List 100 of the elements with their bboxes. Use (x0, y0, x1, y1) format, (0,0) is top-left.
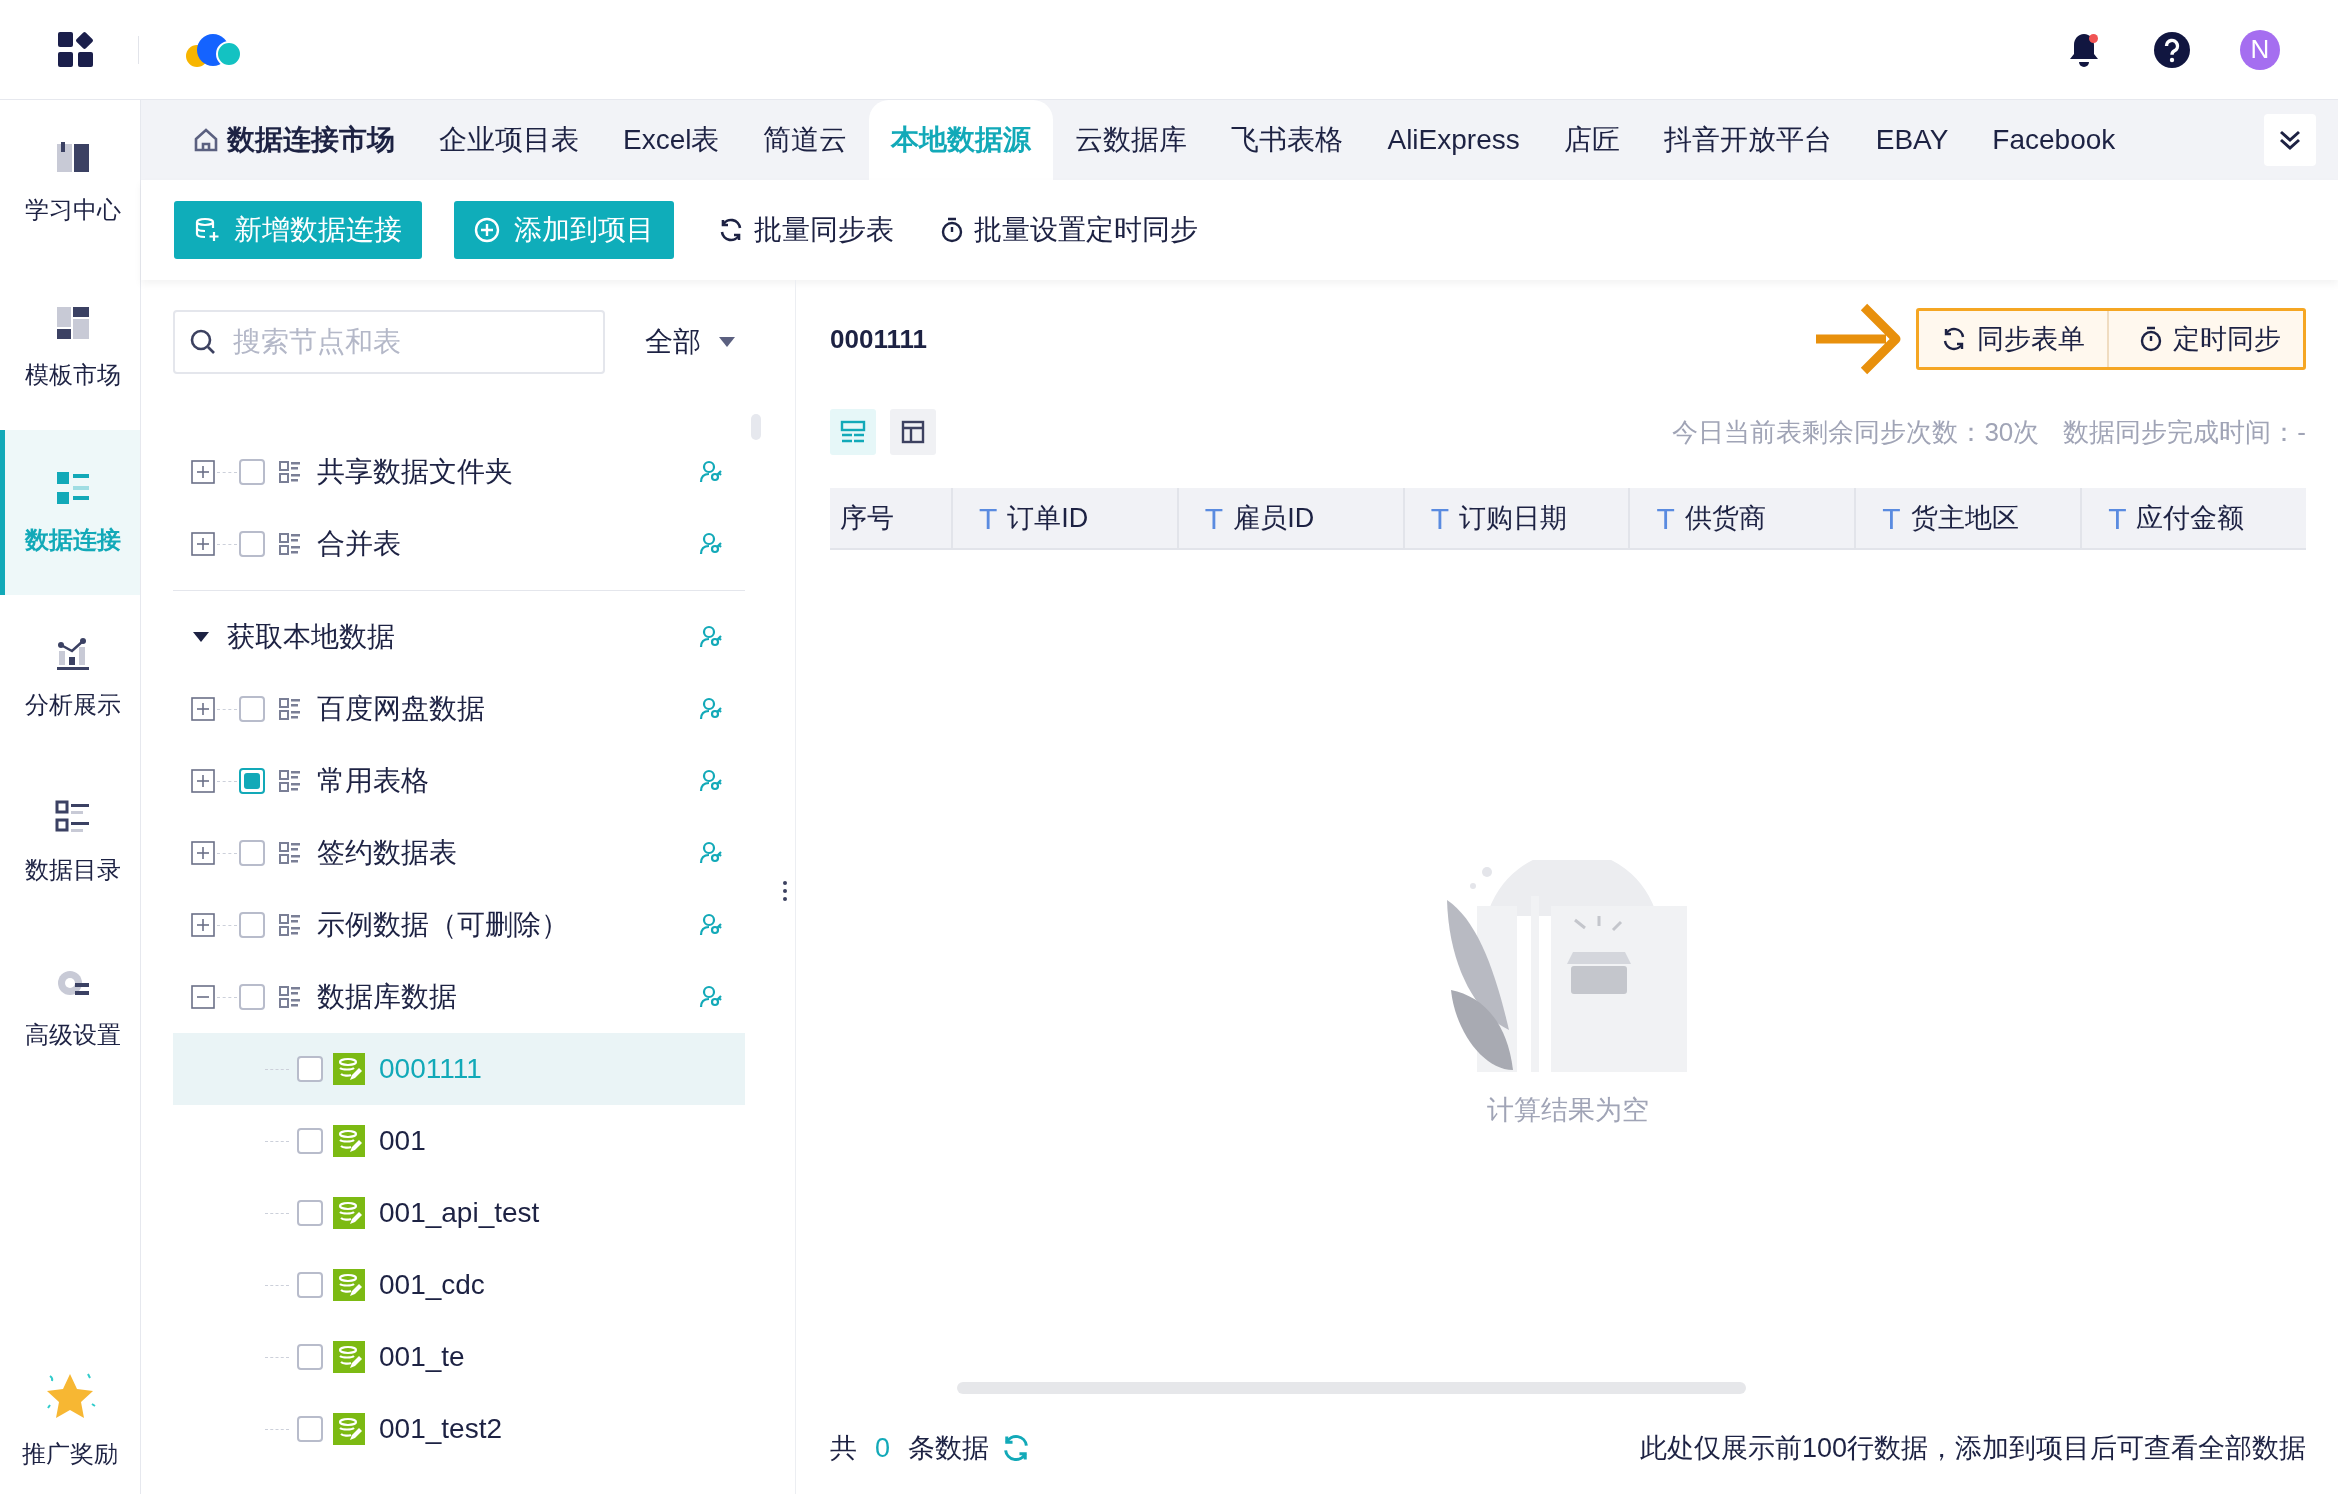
user-key-icon[interactable] (699, 769, 723, 793)
expand-icon[interactable] (191, 532, 215, 556)
tab[interactable]: 数据连接市场 (171, 100, 417, 180)
checkbox[interactable] (239, 912, 265, 938)
row-count-label: 条数据 (908, 1431, 990, 1465)
user-key-icon[interactable] (699, 985, 723, 1009)
nav-item[interactable]: 数据目录 (0, 760, 140, 925)
expand-icon[interactable] (191, 697, 215, 721)
user-key-icon[interactable] (699, 532, 723, 556)
column-header[interactable]: T 应付金额 (2080, 488, 2306, 548)
help-icon[interactable] (2154, 31, 2190, 68)
column-header[interactable]: T 订单ID (951, 488, 1177, 548)
tree-item-label[interactable]: 百度网盘数据 (317, 688, 699, 730)
tab[interactable]: AliExpress (1365, 100, 1542, 180)
user-key-icon[interactable] (699, 841, 723, 865)
column-header[interactable]: T 雇员ID (1176, 488, 1403, 548)
table-name[interactable]: 001_cdc (379, 1264, 485, 1306)
list-icon (279, 914, 301, 936)
tab[interactable]: 云数据库 (1053, 100, 1210, 180)
expand-icon[interactable] (191, 841, 215, 865)
text-type-mark: T (1204, 500, 1224, 537)
tab[interactable]: 店匠 (1541, 100, 1642, 180)
tree-item-label[interactable]: 数据库数据 (317, 976, 699, 1018)
checkbox[interactable] (239, 840, 265, 866)
tab[interactable]: Excel表 (601, 100, 742, 180)
action-button[interactable]: 同步表单 (1919, 311, 2107, 367)
expand-icon[interactable] (191, 769, 215, 793)
plus-circle-icon (474, 217, 500, 243)
more-tabs-button[interactable] (2264, 114, 2316, 166)
nav-item[interactable]: 高级设置 (0, 925, 140, 1090)
table-name[interactable]: 001_test2 (379, 1408, 502, 1450)
table-name[interactable]: 001_te (379, 1336, 465, 1378)
user-key-icon[interactable] (699, 913, 723, 937)
table-icon (333, 1269, 365, 1301)
checkbox[interactable] (297, 1416, 323, 1442)
resize-handle-icon[interactable] (782, 880, 788, 902)
list-icon (279, 533, 301, 555)
column-title: 雇员ID (1233, 501, 1315, 535)
checkbox[interactable] (239, 459, 265, 485)
column-header[interactable]: T 订购日期 (1402, 488, 1629, 548)
nav-item[interactable]: 推广奖励 (22, 1436, 118, 1472)
checkbox[interactable] (297, 1272, 323, 1298)
horizontal-scrollbar[interactable] (957, 1382, 1746, 1394)
search-icon (189, 328, 217, 356)
checkbox[interactable] (297, 1056, 323, 1082)
tree-item-label[interactable]: 示例数据（可删除） (317, 904, 699, 946)
tab[interactable]: 抖音开放平台 (1641, 100, 1854, 180)
tree-group-label[interactable]: 获取本地数据 (227, 616, 699, 658)
toolbar-link[interactable]: 批量同步表 (716, 201, 896, 259)
sync-info: 数据同步完成时间：- (2063, 415, 2306, 449)
action-button[interactable]: 定时同步 (2107, 311, 2303, 367)
list-icon (279, 770, 301, 792)
user-key-icon[interactable] (699, 625, 723, 649)
user-key-icon[interactable] (699, 697, 723, 721)
checkbox[interactable] (297, 1200, 323, 1226)
apps-icon[interactable] (58, 31, 94, 68)
column-header[interactable]: T 货主地区 (1854, 488, 2081, 548)
toolbar-link[interactable]: 批量设置定时同步 (938, 201, 1200, 259)
tab[interactable]: 飞书表格 (1209, 100, 1366, 180)
nav-item[interactable]: 学习中心 (0, 100, 140, 265)
checkbox[interactable] (297, 1344, 323, 1370)
table-name[interactable]: 001_api_test (379, 1192, 540, 1234)
tab[interactable]: EBAY (1853, 100, 1971, 180)
tab[interactable]: 企业项目表 (417, 100, 601, 180)
caret-down-icon (719, 337, 735, 347)
checkbox[interactable] (239, 768, 265, 794)
caret-down-icon[interactable] (193, 631, 209, 643)
column-title: 订单ID (1007, 501, 1089, 535)
split-layout-icon (840, 420, 866, 444)
column-header[interactable]: 序号 (830, 488, 951, 548)
search-field[interactable]: 搜索节点和表 (173, 310, 605, 374)
chevron-down-icon (2277, 128, 2303, 152)
panel-view-button[interactable] (890, 409, 936, 455)
checkbox[interactable] (239, 984, 265, 1010)
tree-item-label[interactable]: 共享数据文件夹 (317, 451, 699, 493)
checkbox[interactable] (239, 696, 265, 722)
table-name[interactable]: 001 (379, 1120, 426, 1162)
home-icon (193, 127, 219, 153)
nav-item[interactable]: 模板市场 (0, 265, 140, 430)
nav-item[interactable]: 分析展示 (0, 595, 140, 760)
scrollbar-thumb[interactable] (751, 414, 761, 440)
user-key-icon[interactable] (699, 460, 723, 484)
expand-icon[interactable] (191, 913, 215, 937)
tree-item-label[interactable]: 合并表 (317, 523, 699, 565)
list-icon (279, 842, 301, 864)
notification-bell[interactable] (2068, 31, 2100, 68)
tree-item-label[interactable]: 常用表格 (317, 760, 699, 802)
tree-item-label[interactable]: 签约数据表 (317, 832, 699, 874)
column-header[interactable]: T 供货商 (1628, 488, 1855, 548)
tab[interactable]: Facebook (1970, 100, 2138, 180)
split-view-button[interactable] (830, 409, 876, 455)
collapse-icon[interactable] (191, 985, 215, 1009)
filter-dropdown[interactable]: 全部 (645, 321, 735, 363)
column-title: 订购日期 (1459, 501, 1567, 535)
expand-icon[interactable] (191, 460, 215, 484)
list-icon (279, 986, 301, 1008)
sync-info: 今日当前表剩余同步次数：30次 (1672, 415, 2040, 449)
tab[interactable]: 简道云 (741, 100, 870, 180)
checkbox[interactable] (239, 531, 265, 557)
checkbox[interactable] (297, 1128, 323, 1154)
